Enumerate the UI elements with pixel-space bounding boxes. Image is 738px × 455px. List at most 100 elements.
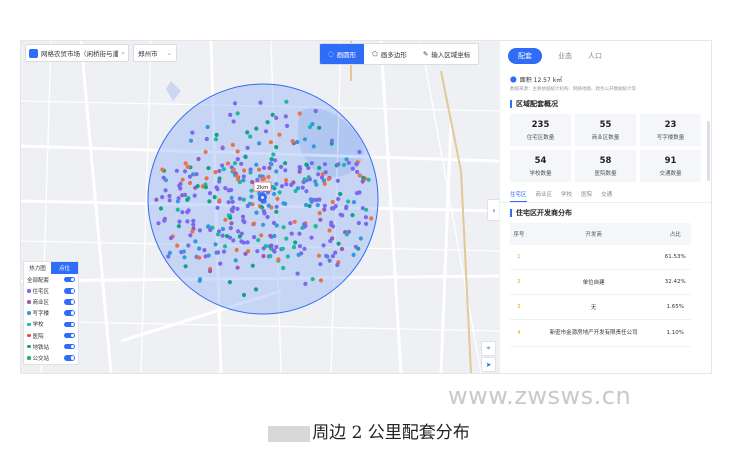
tab-points[interactable]: 点位 (51, 262, 78, 274)
poi-dot[interactable] (351, 200, 357, 205)
poi-dot[interactable] (259, 205, 265, 210)
poi-dot[interactable] (205, 124, 210, 130)
poi-dot[interactable] (206, 224, 211, 229)
poi-dot[interactable] (203, 254, 208, 259)
poi-dot[interactable] (293, 188, 298, 194)
poi-dot[interactable] (321, 178, 326, 183)
poi-dot[interactable] (245, 130, 250, 135)
layer-toggle[interactable] (64, 355, 75, 361)
poi-dot[interactable] (167, 250, 172, 255)
poi-dot[interactable] (274, 169, 279, 174)
subtab-hospital[interactable]: 医院 (581, 190, 592, 202)
poi-dot[interactable] (243, 154, 248, 160)
poi-dot[interactable] (235, 111, 240, 116)
poi-dot[interactable] (354, 162, 359, 167)
poi-dot[interactable] (228, 226, 233, 231)
collapse-panel-button[interactable]: › (487, 199, 499, 221)
poi-dot[interactable] (185, 164, 190, 169)
poi-dot[interactable] (265, 120, 270, 125)
poi-dot[interactable] (262, 165, 267, 170)
poi-dot[interactable] (229, 221, 234, 226)
poi-dot[interactable] (175, 199, 180, 204)
draw-circle-button[interactable]: ◌ 画圆形 (320, 44, 365, 64)
poi-dot[interactable] (274, 115, 279, 120)
poi-dot[interactable] (303, 202, 309, 208)
poi-dot[interactable] (197, 255, 202, 260)
poi-dot[interactable] (360, 179, 365, 184)
layer-toggle[interactable] (64, 321, 75, 328)
poi-dot[interactable] (256, 238, 261, 243)
poi-dot[interactable] (240, 214, 246, 219)
poi-dot[interactable] (180, 210, 185, 215)
stat-card[interactable]: 58 医院数量 (575, 150, 636, 182)
map-canvas[interactable]: 2km (21, 41, 499, 373)
poi-dot[interactable] (190, 130, 195, 135)
poi-dot[interactable] (180, 177, 185, 182)
poi-dot[interactable] (204, 176, 209, 181)
poi-dot[interactable] (207, 191, 213, 196)
poi-dot[interactable] (241, 178, 246, 183)
poi-dot[interactable] (208, 269, 213, 274)
tab-heatmap[interactable]: 热力图 (24, 262, 51, 274)
poi-dot[interactable] (290, 139, 295, 144)
poi-dot[interactable] (203, 149, 208, 155)
poi-dot[interactable] (274, 181, 279, 187)
subtab-residential[interactable]: 住宅区 (510, 190, 527, 202)
poi-dot[interactable] (158, 206, 164, 211)
poi-dot[interactable] (231, 119, 236, 124)
poi-dot[interactable] (330, 254, 335, 259)
poi-dot[interactable] (197, 228, 202, 233)
poi-dot[interactable] (336, 196, 341, 202)
poi-dot[interactable] (232, 101, 238, 106)
poi-dot[interactable] (254, 126, 259, 131)
poi-dot[interactable] (245, 145, 250, 150)
poi-dot[interactable] (318, 278, 324, 283)
poi-dot[interactable] (350, 213, 355, 218)
poi-dot[interactable] (277, 190, 282, 195)
poi-dot[interactable] (354, 191, 360, 196)
poi-dot[interactable] (283, 168, 288, 173)
layer-toggle[interactable] (64, 276, 75, 283)
poi-dot[interactable] (253, 287, 259, 292)
poi-dot[interactable] (268, 254, 273, 259)
poi-dot[interactable] (224, 234, 230, 239)
poi-dot[interactable] (316, 253, 322, 258)
poi-dot[interactable] (197, 246, 202, 251)
poi-dot[interactable] (322, 162, 328, 167)
poi-dot[interactable] (260, 177, 265, 182)
poi-dot[interactable] (241, 218, 246, 223)
poi-dot[interactable] (333, 204, 338, 209)
poi-dot[interactable] (357, 173, 362, 178)
poi-dot[interactable] (255, 177, 260, 182)
poi-dot[interactable] (283, 201, 288, 206)
poi-dot[interactable] (261, 222, 266, 227)
poi-dot[interactable] (183, 264, 188, 269)
poi-dot[interactable] (233, 258, 238, 263)
poi-dot[interactable] (249, 188, 254, 193)
poi-dot[interactable] (281, 265, 286, 271)
poi-dot[interactable] (225, 161, 231, 166)
poi-dot[interactable] (221, 249, 227, 254)
poi-dot[interactable] (266, 174, 271, 180)
poi-dot[interactable] (185, 219, 190, 224)
poi-dot[interactable] (215, 205, 220, 210)
poi-dot[interactable] (156, 221, 161, 226)
poi-dot[interactable] (229, 195, 234, 200)
poi-dot[interactable] (163, 178, 168, 183)
poi-dot[interactable] (208, 227, 213, 233)
poi-dot[interactable] (195, 184, 200, 189)
poi-dot[interactable] (230, 142, 235, 147)
poi-dot[interactable] (232, 161, 238, 166)
poi-dot[interactable] (198, 277, 203, 282)
poi-dot[interactable] (178, 186, 183, 191)
poi-dot[interactable] (174, 168, 179, 173)
poi-dot[interactable] (269, 243, 274, 248)
poi-dot[interactable] (249, 194, 254, 199)
poi-dot[interactable] (268, 140, 273, 145)
poi-dot[interactable] (317, 211, 322, 216)
poi-dot[interactable] (363, 215, 368, 220)
poi-dot[interactable] (344, 232, 349, 237)
poi-dot[interactable] (266, 203, 271, 208)
poi-dot[interactable] (182, 169, 188, 174)
poi-dot[interactable] (191, 218, 196, 223)
